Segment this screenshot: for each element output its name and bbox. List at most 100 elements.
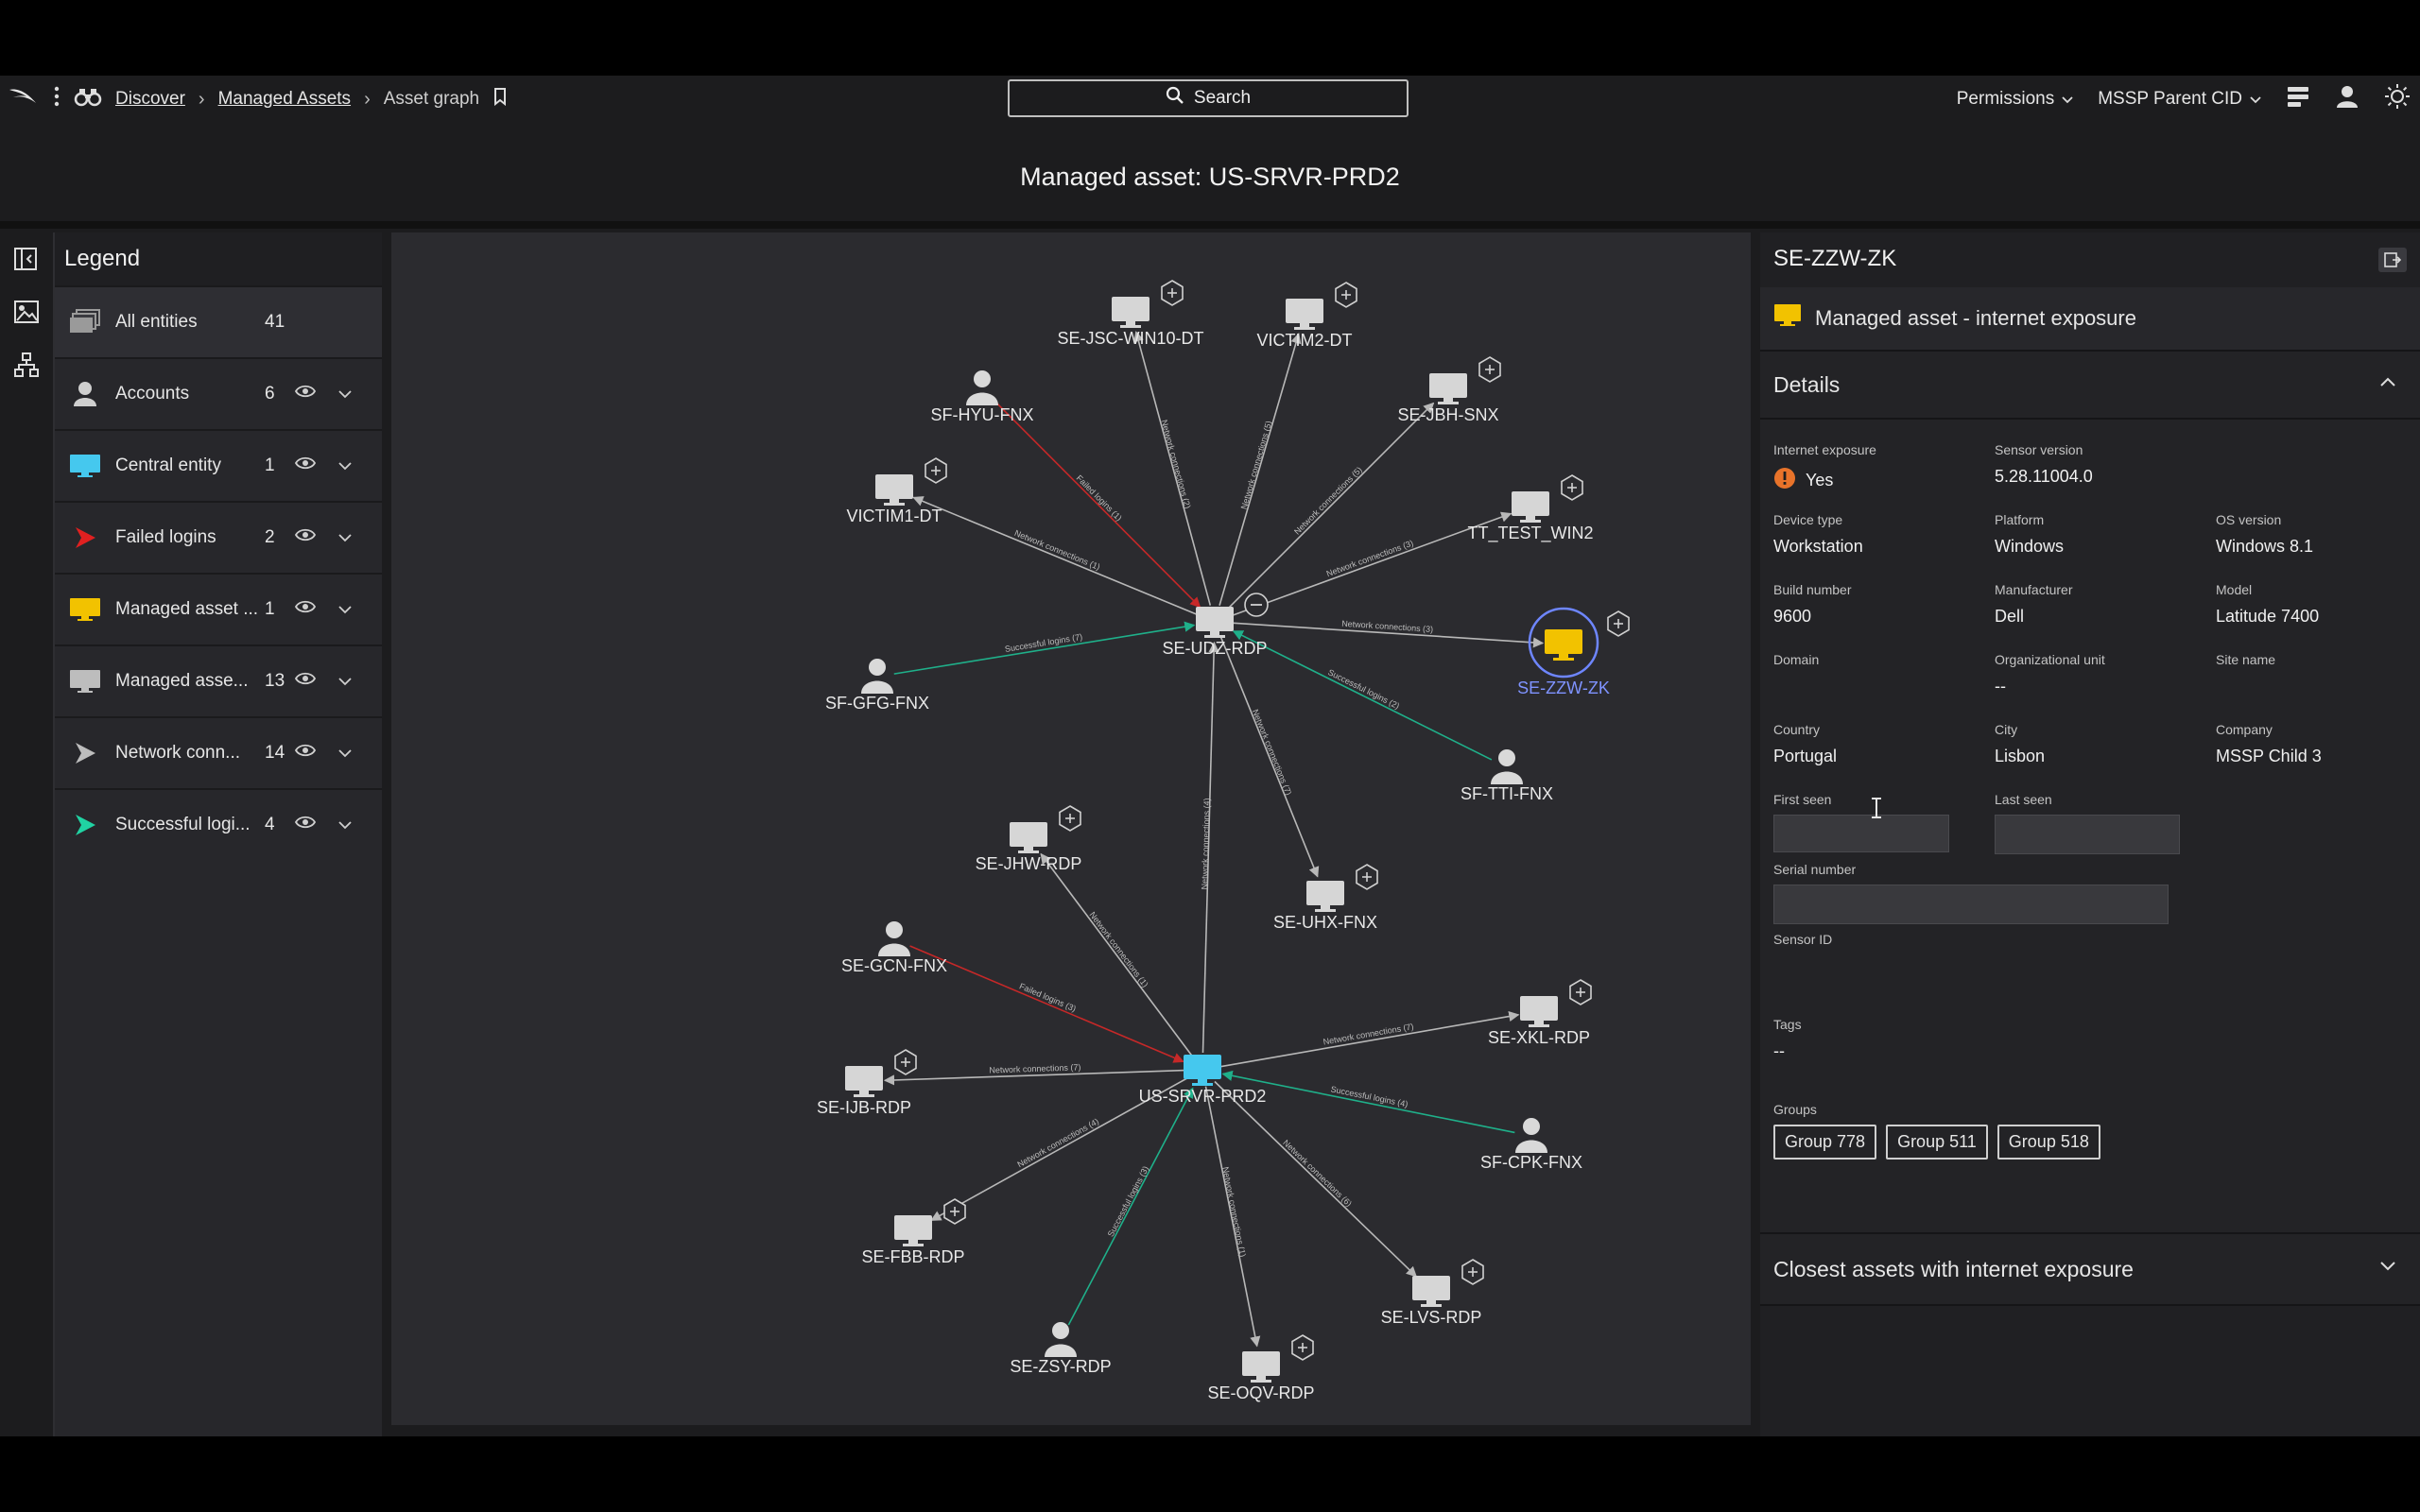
graph-edge-network[interactable]: [912, 496, 1200, 616]
user-icon[interactable]: [2335, 84, 2360, 114]
falcon-logo-icon[interactable]: [8, 84, 40, 114]
graph-edge-success[interactable]: [893, 621, 1196, 675]
field-site-name: Site name: [2216, 652, 2275, 677]
graph-node[interactable]: SE-FBB-RDP: [861, 1215, 965, 1266]
eye-icon[interactable]: [294, 384, 317, 404]
group-tag[interactable]: Group 518: [1996, 1125, 2100, 1160]
legend-row[interactable]: Accounts 6: [55, 357, 382, 429]
legend-row[interactable]: Failed logins 2: [55, 501, 382, 573]
chevron-down-icon[interactable]: [338, 527, 352, 548]
legend-row[interactable]: All entities 41: [55, 285, 382, 357]
chevron-down-icon[interactable]: [338, 455, 352, 476]
chevron-down-icon[interactable]: [338, 384, 352, 404]
graph-node[interactable]: SE-IJB-RDP: [817, 1066, 911, 1117]
edge-label: Network connections (1): [1013, 528, 1102, 572]
eye-icon[interactable]: [294, 671, 317, 692]
bookmark-icon[interactable]: [493, 87, 508, 112]
legend-row[interactable]: Central entity 1: [55, 429, 382, 501]
cid-dropdown[interactable]: MSSP Parent CID: [2098, 89, 2261, 110]
field-value: --: [1995, 677, 2006, 696]
eye-icon[interactable]: [294, 815, 317, 835]
expand-node-icon[interactable]: [925, 457, 947, 484]
permissions-dropdown[interactable]: Permissions: [1957, 89, 2073, 110]
graph-node[interactable]: SF-HYU-FNX: [931, 370, 1034, 424]
graph-node[interactable]: SE-JBH-SNX: [1397, 373, 1499, 424]
graph-edge-network[interactable]: [1040, 852, 1193, 1057]
field-label: Domain: [1773, 652, 1820, 667]
legend-row[interactable]: Successful logi... 4: [55, 788, 382, 860]
graph-node[interactable]: SE-XKL-RDP: [1488, 996, 1590, 1047]
chevron-down-icon[interactable]: [338, 599, 352, 620]
legend-row[interactable]: Managed asse... 13: [55, 644, 382, 716]
field-build-number: Build number 9600: [1773, 582, 1852, 627]
field-label: First seen: [1773, 792, 1832, 807]
eye-icon[interactable]: [294, 455, 317, 476]
group-tag[interactable]: Group 778: [1773, 1125, 1877, 1160]
expand-node-icon[interactable]: [1335, 282, 1357, 308]
hierarchy-icon[interactable]: [0, 338, 53, 391]
legend-row[interactable]: Managed asset ... 1: [55, 573, 382, 644]
breadcrumb-discover[interactable]: Discover: [115, 89, 185, 110]
chevron-down-icon[interactable]: [338, 743, 352, 764]
graph-edge-failed[interactable]: [909, 945, 1184, 1063]
node-label: US-SRVR-PRD2: [1139, 1087, 1267, 1106]
close-panel-button[interactable]: [2378, 248, 2407, 272]
expand-node-icon[interactable]: [1291, 1334, 1314, 1361]
breadcrumb-managed-assets[interactable]: Managed Assets: [218, 89, 351, 110]
expand-node-icon[interactable]: [943, 1198, 966, 1225]
expand-node-icon[interactable]: [1478, 356, 1501, 383]
legend-row[interactable]: Network conn... 14: [55, 716, 382, 788]
graph-node[interactable]: SE-ZZW-ZK: [1517, 607, 1610, 697]
monitor-icon: [1184, 1055, 1221, 1086]
graph-node[interactable]: VICTIM2-DT: [1257, 299, 1353, 350]
monitor-icon: [875, 474, 913, 506]
expand-node-icon[interactable]: [1569, 979, 1592, 1005]
eye-icon[interactable]: [294, 743, 317, 764]
expand-node-icon[interactable]: [1561, 474, 1583, 501]
search-button[interactable]: Search: [1008, 79, 1409, 117]
expand-node-icon[interactable]: [1461, 1259, 1484, 1285]
notifications-stack-icon[interactable]: [2286, 84, 2310, 114]
eye-icon[interactable]: [294, 599, 317, 620]
theme-sun-icon[interactable]: [2384, 83, 2411, 115]
eye-icon[interactable]: [294, 527, 317, 548]
edge-label: Network connections (5): [1239, 420, 1274, 510]
graph-node[interactable]: SE-JSC-WIN10-DT: [1057, 297, 1204, 348]
collapse-node-icon[interactable]: [1244, 593, 1269, 617]
graph-edge-network[interactable]: [1219, 1010, 1520, 1068]
graph-node[interactable]: VICTIM1-DT: [847, 474, 942, 525]
graph-node[interactable]: SF-CPK-FNX: [1480, 1118, 1582, 1172]
binoculars-icon[interactable]: [74, 85, 102, 113]
left-rail: [0, 232, 55, 1436]
expand-node-icon[interactable]: [1059, 805, 1081, 832]
graph-node[interactable]: SE-UHX-FNX: [1273, 881, 1377, 932]
graph-node[interactable]: SF-GFG-FNX: [825, 659, 929, 713]
asset-graph-canvas[interactable]: Network connections (2) Network connectio…: [391, 232, 1751, 1425]
graph-node[interactable]: SE-JHW-RDP: [976, 822, 1082, 873]
details-section-header[interactable]: Details: [1760, 350, 2420, 420]
monitor-icon: [1242, 1351, 1280, 1383]
graph-node[interactable]: SF-TTI-FNX: [1461, 749, 1553, 803]
chevron-down-icon[interactable]: [338, 671, 352, 692]
chevron-down-icon: [2062, 89, 2073, 110]
image-view-icon[interactable]: [0, 285, 53, 338]
graph-node[interactable]: SE-OQV-RDP: [1207, 1351, 1315, 1402]
graph-node[interactable]: SE-GCN-FNX: [841, 921, 947, 975]
field-value-row: Yes: [1773, 467, 1876, 494]
group-tag[interactable]: Group 511: [1886, 1125, 1988, 1160]
collapse-panel-icon[interactable]: [0, 232, 53, 285]
graph-edge-success[interactable]: [1221, 1070, 1515, 1134]
expand-node-icon[interactable]: [894, 1049, 917, 1075]
graph-edge-network[interactable]: [1226, 402, 1435, 610]
chevron-down-icon[interactable]: [338, 815, 352, 835]
closest-assets-section[interactable]: Closest assets with internet exposure: [1760, 1232, 2420, 1306]
expand-node-icon[interactable]: [1356, 864, 1378, 890]
more-vert-icon[interactable]: [53, 85, 60, 113]
graph-node[interactable]: SE-LVS-RDP: [1381, 1276, 1482, 1327]
edge-label: Successful logins (4): [1330, 1084, 1409, 1108]
graph-node[interactable]: SE-ZSY-RDP: [1010, 1322, 1112, 1376]
expand-node-icon[interactable]: [1161, 280, 1184, 306]
legend-count: 13: [265, 671, 285, 691]
monitor-icon: [68, 596, 102, 623]
expand-node-icon[interactable]: [1607, 610, 1630, 637]
